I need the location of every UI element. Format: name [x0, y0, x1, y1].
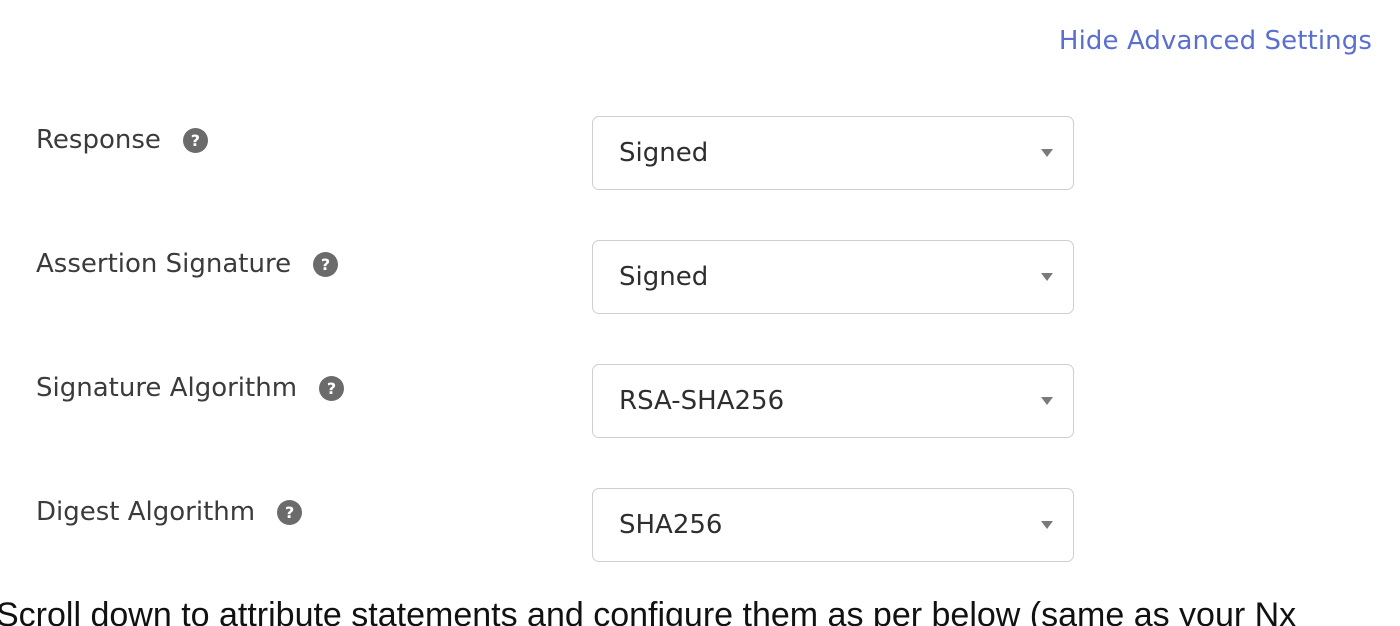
- response-select[interactable]: Signed: [592, 116, 1074, 190]
- digest-algorithm-row: Digest Algorithm ? SHA256: [0, 488, 1400, 564]
- signature-algorithm-label: Signature Algorithm: [36, 373, 298, 403]
- digest-algorithm-select[interactable]: SHA256: [592, 488, 1074, 562]
- assertion-signature-label-group: Assertion Signature ?: [36, 244, 339, 284]
- digest-algorithm-label-group: Digest Algorithm ?: [36, 492, 303, 532]
- caret-down-icon: [1041, 397, 1053, 405]
- caret-down-icon: [1041, 149, 1053, 157]
- hide-advanced-settings-link[interactable]: Hide Advanced Settings: [1059, 26, 1372, 56]
- assertion-signature-select-value: Signed: [619, 262, 709, 292]
- assertion-signature-label: Assertion Signature: [36, 249, 292, 279]
- caret-down-icon: [1041, 273, 1053, 281]
- caret-down-icon: [1041, 521, 1053, 529]
- assertion-signature-row: Assertion Signature ? Signed: [0, 240, 1400, 316]
- help-icon[interactable]: ?: [182, 127, 208, 153]
- help-icon[interactable]: ?: [319, 375, 345, 401]
- signature-algorithm-select[interactable]: RSA-SHA256: [592, 364, 1074, 438]
- response-row: Response ? Signed: [0, 116, 1400, 192]
- response-label-group: Response ?: [36, 120, 208, 160]
- instruction-text: Scroll down to attribute statements and …: [0, 596, 1297, 626]
- digest-algorithm-label: Digest Algorithm: [36, 497, 256, 527]
- signature-algorithm-row: Signature Algorithm ? RSA-SHA256: [0, 364, 1400, 440]
- response-select-value: Signed: [619, 138, 709, 168]
- help-icon[interactable]: ?: [313, 251, 339, 277]
- digest-algorithm-select-value: SHA256: [619, 510, 723, 540]
- signature-algorithm-select-value: RSA-SHA256: [619, 386, 785, 416]
- help-icon[interactable]: ?: [277, 499, 303, 525]
- response-label: Response: [36, 125, 161, 155]
- assertion-signature-select[interactable]: Signed: [592, 240, 1074, 314]
- signature-algorithm-label-group: Signature Algorithm ?: [36, 368, 345, 408]
